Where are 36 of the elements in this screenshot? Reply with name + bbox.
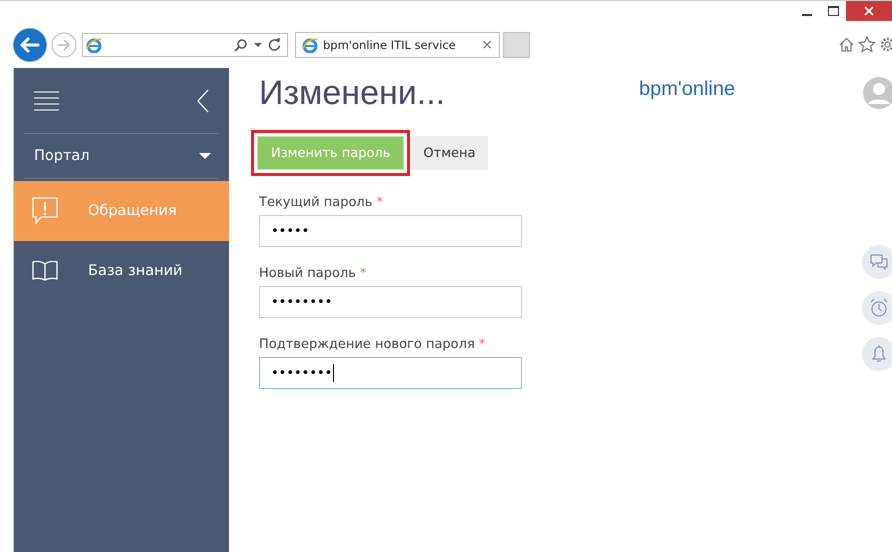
minimize-icon	[802, 14, 812, 16]
section-dropdown[interactable]: Портал	[24, 133, 219, 179]
browser-tab[interactable]: bpm'online ITIL service ×	[295, 32, 500, 58]
close-icon	[864, 6, 874, 16]
address-bar[interactable]	[82, 32, 288, 56]
sidebar-item[interactable]: База знаний	[14, 241, 229, 301]
browser-icon	[302, 36, 318, 52]
home-icon[interactable]	[838, 36, 855, 53]
close-button[interactable]	[846, 1, 892, 21]
tab-close-button[interactable]: ×	[481, 36, 493, 52]
logo: bpm'online	[639, 78, 736, 101]
dropdown-caret-icon[interactable]	[254, 42, 262, 48]
field-label: Новый пароль *	[259, 266, 368, 281]
cancel-button[interactable]: Отмена	[410, 136, 488, 170]
tab-title: bpm'online ITIL service	[323, 38, 457, 52]
chat-icon[interactable]	[862, 245, 892, 279]
star-icon[interactable]	[858, 36, 876, 53]
back-button[interactable]	[12, 26, 48, 62]
search-icon[interactable]	[234, 38, 248, 52]
field-label: Подтверждение нового пароля *	[259, 337, 486, 352]
collapse-chevron-icon[interactable]	[197, 88, 209, 112]
browser-icon	[86, 36, 102, 52]
settings-icon[interactable]	[879, 36, 892, 53]
bell-icon[interactable]	[862, 337, 892, 371]
caret-icon	[199, 153, 211, 159]
book-icon	[32, 261, 58, 281]
page-title: Изменени...	[259, 74, 446, 113]
alert-message-icon	[32, 197, 58, 225]
alarm-clock-icon[interactable]	[862, 291, 892, 325]
menu-icon[interactable]	[34, 90, 59, 110]
field-label: Текущий пароль *	[259, 195, 384, 210]
refresh-icon[interactable]	[268, 38, 281, 51]
password-field[interactable]: •••••	[259, 215, 522, 247]
password-field[interactable]: ••••••••	[259, 286, 522, 318]
password-field[interactable]: ••••••••	[259, 357, 522, 389]
maximize-icon	[828, 6, 838, 16]
